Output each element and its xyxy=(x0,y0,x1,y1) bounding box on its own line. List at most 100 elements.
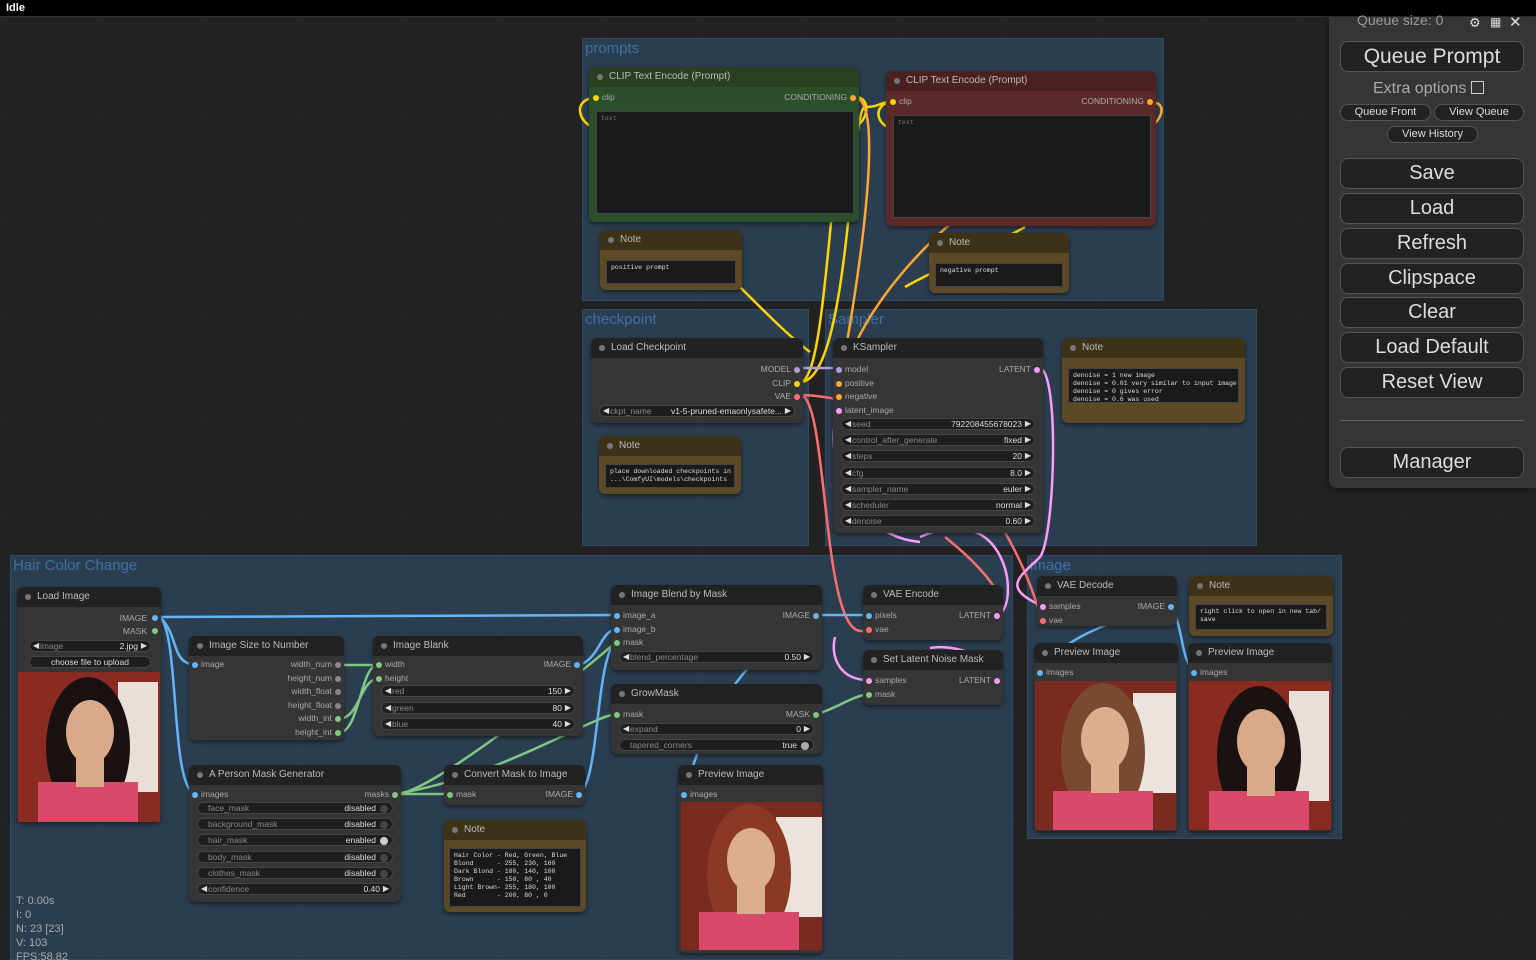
input-slot-dot[interactable] xyxy=(192,792,198,798)
input-slot-dot[interactable] xyxy=(614,712,620,718)
input-slot-dot[interactable] xyxy=(447,792,453,798)
ksampler-widget-seed[interactable]: ◀ seed 792208455678023 ▶ xyxy=(841,418,1035,430)
note-text[interactable]: positive prompt xyxy=(606,260,736,284)
input-slot-dot[interactable] xyxy=(836,381,842,387)
output-slot-dot[interactable] xyxy=(794,394,800,400)
input-slot-dot[interactable] xyxy=(1040,618,1046,624)
ksampler-node[interactable]: KSampler model positive negative latent_… xyxy=(833,338,1043,533)
arrow-left-icon[interactable]: ◀ xyxy=(623,652,629,661)
arrow-right-icon[interactable]: ▶ xyxy=(565,686,571,695)
note-checkpoint-node[interactable]: Note place downloaded checkpoints in ...… xyxy=(599,436,741,494)
queue-panel[interactable]: Queue size: 0 ⚙ ▦ ✕ Queue Prompt Extra o… xyxy=(1329,12,1536,488)
arrow-left-icon[interactable]: ◀ xyxy=(33,641,39,650)
image-blank-blue-slider[interactable]: ◀ blue 40 ▶ xyxy=(381,718,575,730)
output-slot-dot[interactable] xyxy=(152,615,158,621)
note-text[interactable]: place downloaded checkpoints in ...\Comf… xyxy=(605,464,735,488)
note-text[interactable]: negative prompt xyxy=(935,263,1063,287)
output-slot-dot[interactable] xyxy=(335,689,341,696)
arrow-left-icon[interactable]: ◀ xyxy=(845,451,851,460)
load-button[interactable]: Load xyxy=(1340,193,1524,224)
vae-decode-node[interactable]: VAE Decode samples vae IMAGE xyxy=(1037,576,1177,626)
output-slot-dot[interactable] xyxy=(850,95,856,101)
note-text[interactable]: denoise = 1 new image denoise = 0.01 ver… xyxy=(1068,368,1239,403)
extra-options-checkbox[interactable] xyxy=(1471,81,1485,94)
input-slot-dot[interactable] xyxy=(376,676,382,682)
input-slot-dot[interactable] xyxy=(866,627,872,633)
input-slot-dot[interactable] xyxy=(866,678,872,684)
convert-mask-to-image-node[interactable]: Convert Mask to Image mask IMAGE xyxy=(444,765,585,805)
output-slot-dot[interactable] xyxy=(335,702,341,709)
confidence-slider[interactable]: ◀ confidence 0.40 ▶ xyxy=(197,883,393,895)
note-text[interactable]: Hair Color - Red, Green, Blue Blond - 25… xyxy=(449,848,581,907)
set-latent-noise-mask-node[interactable]: Set Latent Noise Mask samples mask LATEN… xyxy=(863,650,1003,705)
image-blend-by-mask-node[interactable]: Image Blend by Mask image_a image_b mask… xyxy=(611,585,822,670)
arrow-right-icon[interactable]: ▶ xyxy=(1025,500,1031,509)
arrow-right-icon[interactable]: ▶ xyxy=(141,641,147,650)
output-slot-dot[interactable] xyxy=(152,628,158,634)
image-size-to-number-node[interactable]: Image Size to Number image width_num heig… xyxy=(189,636,344,740)
input-slot-dot[interactable] xyxy=(890,99,896,105)
prompt-textarea[interactable]: text xyxy=(596,111,854,214)
output-slot-dot[interactable] xyxy=(794,367,800,373)
arrow-right-icon[interactable]: ▶ xyxy=(383,884,389,893)
refresh-button[interactable]: Refresh xyxy=(1340,228,1524,259)
clip-text-encode-positive-node[interactable]: CLIP Text Encode (Prompt) clip CONDITION… xyxy=(589,67,859,222)
image-blank-green-slider[interactable]: ◀ green 80 ▶ xyxy=(381,701,575,714)
arrow-left-icon[interactable]: ◀ xyxy=(385,719,391,728)
output-slot-dot[interactable] xyxy=(994,678,1000,684)
queue-front-button[interactable]: Queue Front xyxy=(1340,104,1431,121)
input-slot-dot[interactable] xyxy=(1191,670,1197,676)
view-history-button[interactable]: View History xyxy=(1387,126,1478,143)
output-slot-dot[interactable] xyxy=(1034,367,1040,373)
input-slot-dot[interactable] xyxy=(866,613,872,619)
save-button[interactable]: Save xyxy=(1340,158,1524,189)
upload-button[interactable]: choose file to upload xyxy=(29,656,151,668)
input-slot-dot[interactable] xyxy=(836,367,842,373)
clear-button[interactable]: Clear xyxy=(1340,297,1524,328)
image-combo[interactable]: ◀ image 2.jpg ▶ xyxy=(29,640,151,652)
note-hair-colors-node[interactable]: Note Hair Color - Red, Green, Blue Blond… xyxy=(444,820,586,912)
preview-image-original-node[interactable]: Preview Image images xyxy=(1188,643,1332,831)
ksampler-widget-scheduler[interactable]: ◀ scheduler normal ▶ xyxy=(841,499,1035,511)
background-mask-toggle[interactable]: background_mask disabled xyxy=(197,818,393,831)
ksampler-widget-sampler-name[interactable]: ◀ sampler_name euler ▶ xyxy=(841,482,1035,495)
ksampler-widget-denoise[interactable]: ◀ denoise 0.60 ▶ xyxy=(841,515,1035,528)
arrow-right-icon[interactable]: ▶ xyxy=(804,724,810,733)
arrow-right-icon[interactable]: ▶ xyxy=(565,703,571,712)
output-slot-dot[interactable] xyxy=(794,381,800,387)
input-slot-dot[interactable] xyxy=(836,394,842,400)
arrow-left-icon[interactable]: ◀ xyxy=(845,468,851,477)
output-slot-dot[interactable] xyxy=(335,662,341,668)
image-blank-node[interactable]: Image Blank width height IMAGE ◀ red 150 ▶ ◀… xyxy=(373,636,583,736)
input-slot-dot[interactable] xyxy=(593,95,599,101)
grow-mask-node[interactable]: GrowMask mask MASK ◀ expand 0 ▶ tapered_co… xyxy=(611,684,822,754)
arrow-right-icon[interactable]: ▶ xyxy=(785,406,791,415)
vae-encode-node[interactable]: VAE Encode pixels vae LATENT xyxy=(863,585,1003,640)
load-default-button[interactable]: Load Default xyxy=(1340,332,1524,363)
output-slot-dot[interactable] xyxy=(392,792,398,798)
arrow-left-icon[interactable]: ◀ xyxy=(845,500,851,509)
ksampler-widget-steps[interactable]: ◀ steps 20 ▶ xyxy=(841,450,1035,463)
arrow-left-icon[interactable]: ◀ xyxy=(603,406,609,415)
output-slot-dot[interactable] xyxy=(574,662,580,668)
ckpt-name-combo[interactable]: ◀ ckpt_name v1-5-pruned-emaonlysafete... ▶ xyxy=(599,405,795,417)
arrow-left-icon[interactable]: ◀ xyxy=(201,884,207,893)
view-queue-button[interactable]: View Queue xyxy=(1434,104,1524,121)
load-image-node[interactable]: Load Image IMAGE MASK ◀ image 2.jpg ▶ choo… xyxy=(17,587,161,822)
reset-view-button[interactable]: Reset View xyxy=(1340,367,1524,398)
input-slot-dot[interactable] xyxy=(614,627,620,633)
blend-percentage-slider[interactable]: ◀ blend_percentage 0.50 ▶ xyxy=(619,651,814,663)
history-icon[interactable]: ▦ xyxy=(1490,15,1501,29)
close-icon[interactable]: ✕ xyxy=(1509,13,1522,31)
arrow-left-icon[interactable]: ◀ xyxy=(845,516,851,525)
ksampler-widget-cfg[interactable]: ◀ cfg 8.0 ▶ xyxy=(841,466,1035,479)
arrow-right-icon[interactable]: ▶ xyxy=(1025,435,1031,444)
clipspace-button[interactable]: Clipspace xyxy=(1340,263,1524,294)
arrow-left-icon[interactable]: ◀ xyxy=(385,686,391,695)
note-positive-node[interactable]: Note positive prompt xyxy=(600,230,742,290)
face-mask-toggle[interactable]: face_mask disabled xyxy=(197,802,393,814)
output-slot-dot[interactable] xyxy=(576,792,582,798)
input-slot-dot[interactable] xyxy=(614,640,620,646)
body-mask-toggle[interactable]: body_mask disabled xyxy=(197,850,393,863)
clip-text-encode-negative-node[interactable]: CLIP Text Encode (Prompt) clip CONDITION… xyxy=(886,71,1156,226)
